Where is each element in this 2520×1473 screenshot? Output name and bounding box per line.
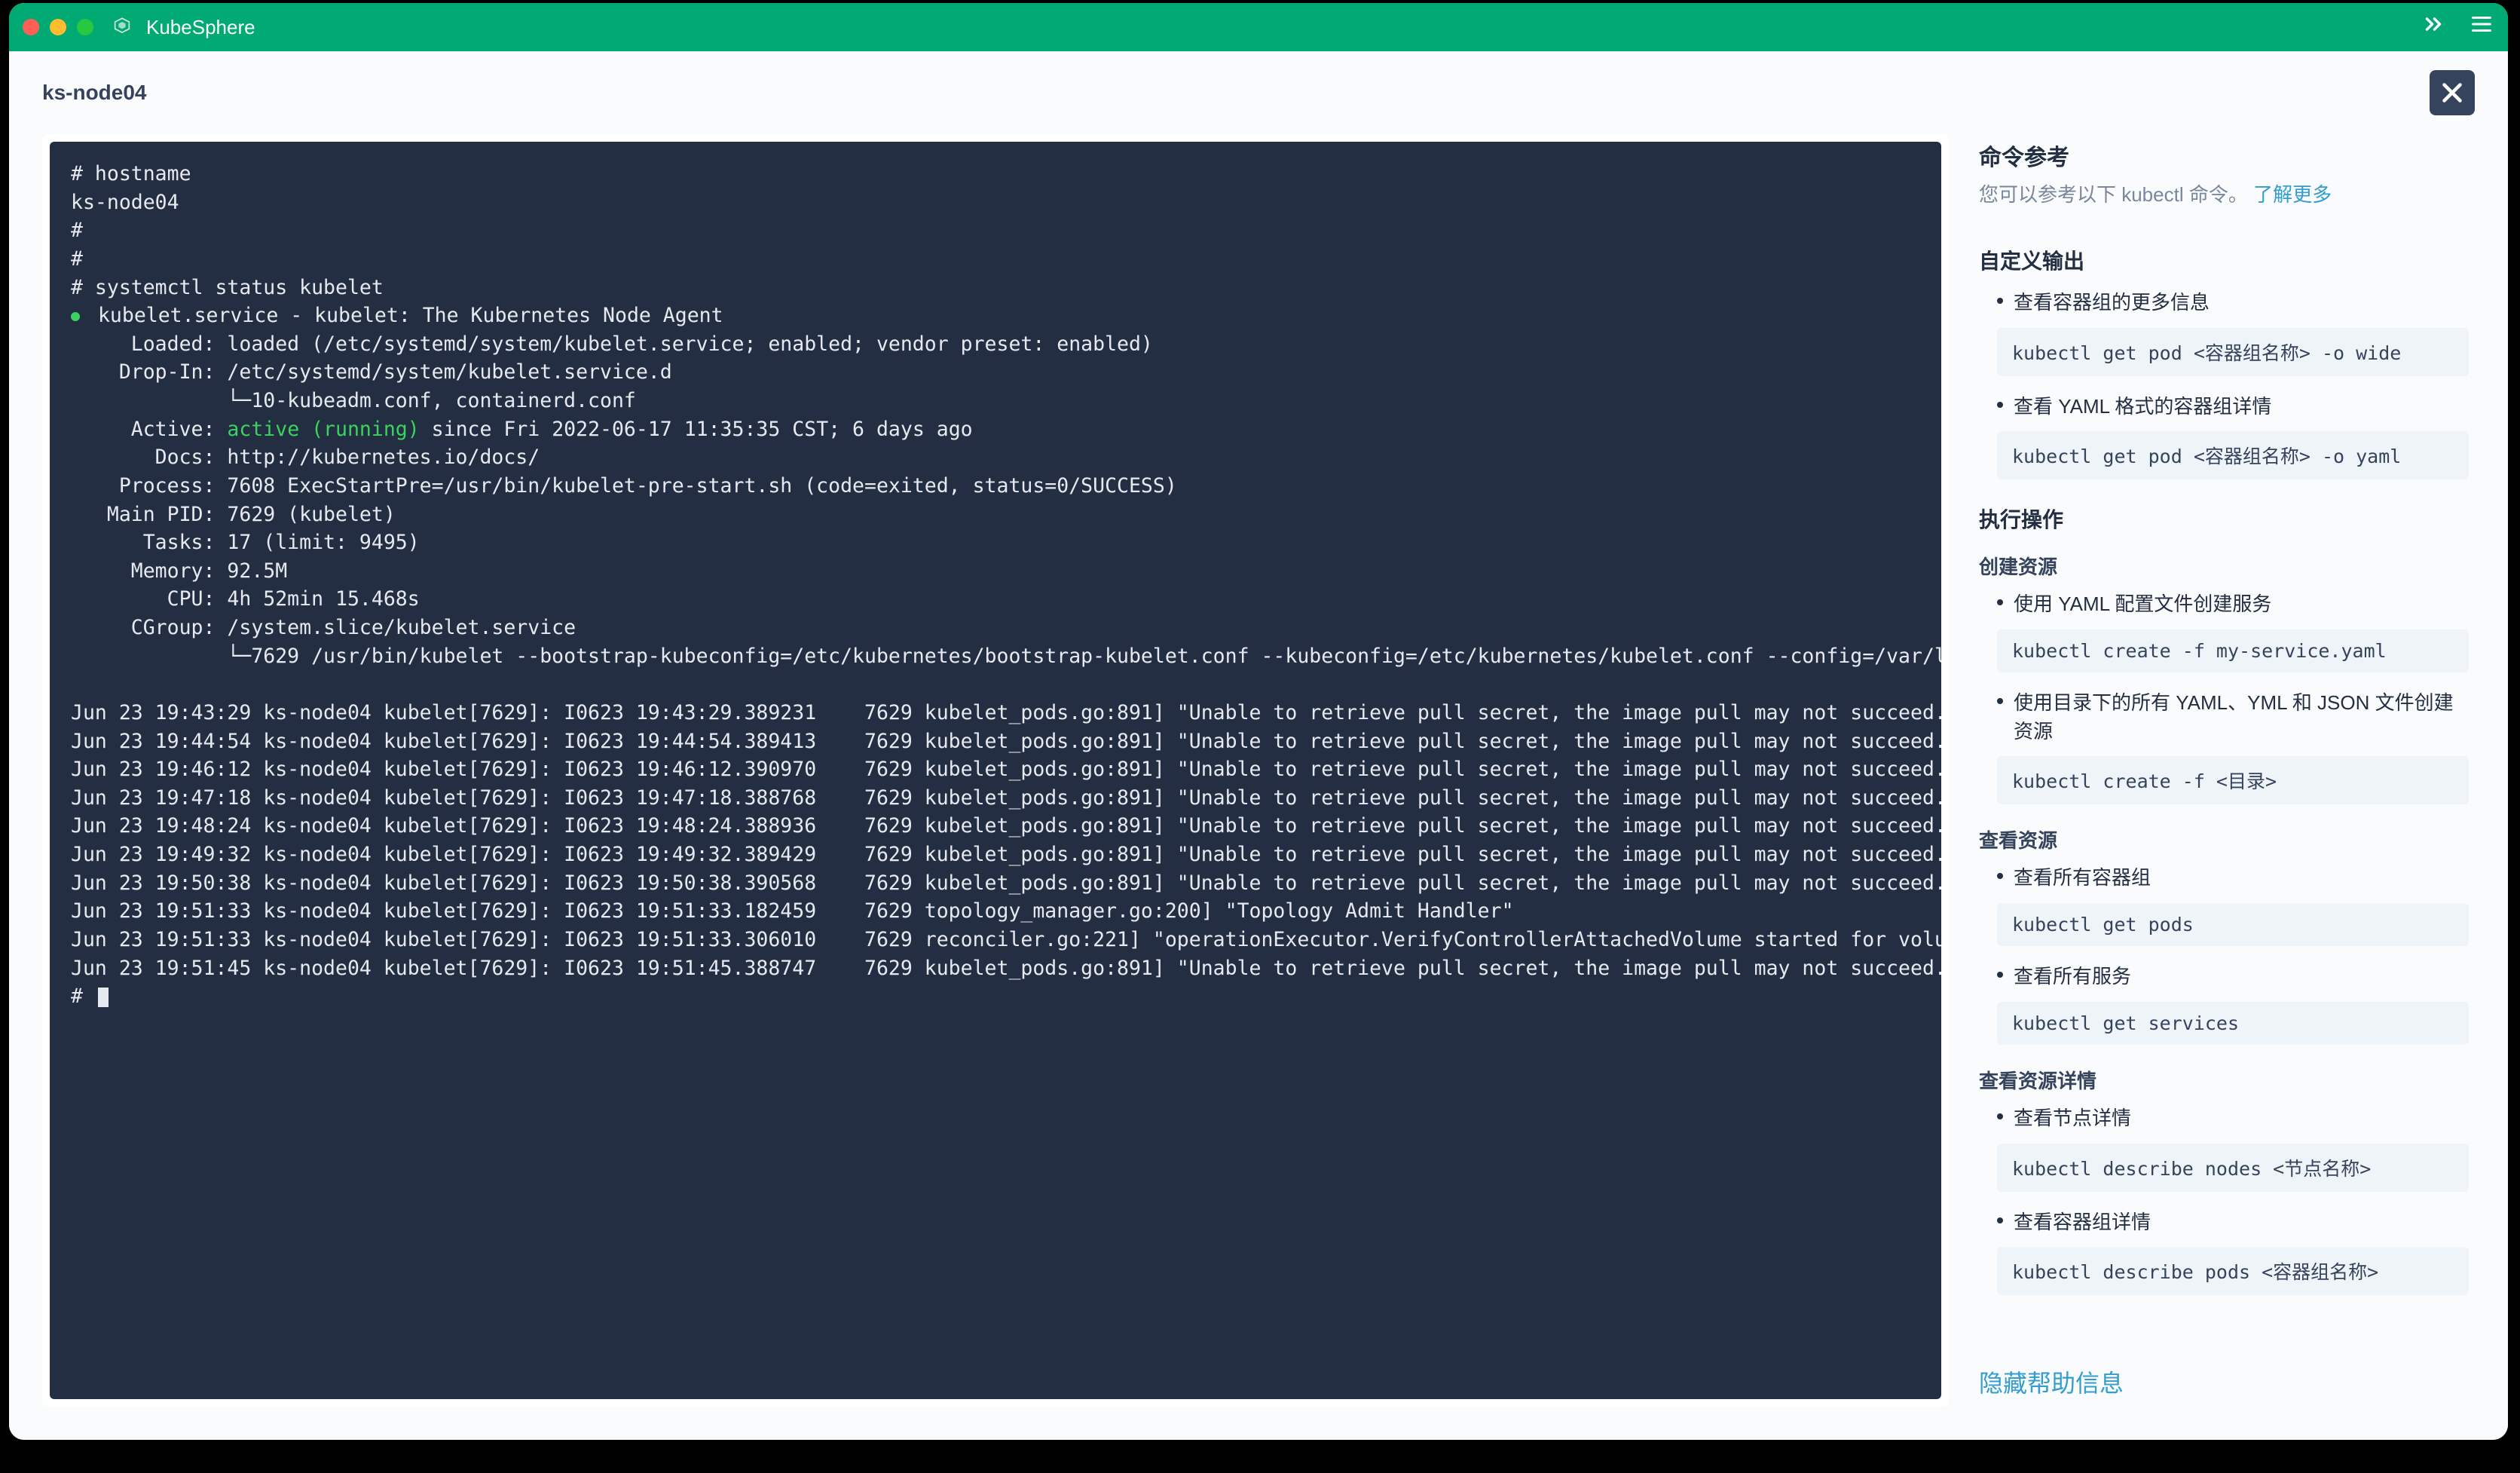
bullet-icon xyxy=(1997,599,2003,605)
help-panel: 命令参考 您可以参考以下 kubectl 命令。 了解更多 自定义输出 查看容器… xyxy=(1979,134,2475,1407)
app-title: KubeSphere xyxy=(146,16,255,39)
help-subtitle-text: 您可以参考以下 kubectl 命令。 xyxy=(1979,183,2248,206)
term-line: Tasks: 17 (limit: 9495) xyxy=(71,531,420,554)
term-line: # xyxy=(71,247,83,271)
help-subtitle: 您可以参考以下 kubectl 命令。 了解更多 xyxy=(1979,179,2469,207)
status-dot-icon xyxy=(71,312,80,321)
terminal[interactable]: # hostname ks-node04 # # # systemctl sta… xyxy=(50,142,1941,1399)
term-line: CPU: 4h 52min 15.468s xyxy=(71,587,420,611)
help-item: 使用目录下的所有 YAML、YML 和 JSON 文件创建资源 xyxy=(1979,689,2469,746)
command-box[interactable]: kubectl describe pods <容器组名称> xyxy=(1997,1247,2469,1295)
bullet-icon xyxy=(1997,873,2003,879)
content-area: # hostname ks-node04 # # # systemctl sta… xyxy=(9,134,2508,1440)
term-log: Jun 23 19:46:12 ks-node04 kubelet[7629]:… xyxy=(71,758,1941,781)
bullet-icon xyxy=(1997,1113,2003,1119)
term-line: ks-node04 xyxy=(71,191,179,214)
term-log: Jun 23 19:51:33 ks-node04 kubelet[7629]:… xyxy=(71,928,1941,951)
command-box[interactable]: kubectl get services xyxy=(1997,1002,2469,1045)
bullet-icon xyxy=(1997,972,2003,978)
kubesphere-logo-icon xyxy=(112,17,133,38)
help-item-label: 查看容器组的更多信息 xyxy=(2014,289,2210,317)
help-item: 查看所有服务 xyxy=(1979,963,2469,991)
term-line: └─7629 /usr/bin/kubelet --bootstrap-kube… xyxy=(71,645,1941,668)
help-title: 命令参考 xyxy=(1979,139,2469,172)
title-bar: KubeSphere xyxy=(9,3,2508,51)
bullet-icon xyxy=(1997,298,2003,304)
command-box[interactable]: kubectl get pods xyxy=(1997,903,2469,946)
term-line-active-pre: Active: xyxy=(71,418,227,441)
help-item-label: 查看所有容器组 xyxy=(2014,864,2151,893)
help-item-label: 查看所有服务 xyxy=(2014,963,2131,991)
subsection-create: 创建资源 xyxy=(1979,552,2469,580)
learn-more-link[interactable]: 了解更多 xyxy=(2253,183,2332,206)
help-item-label: 查看节点详情 xyxy=(2014,1104,2131,1133)
app-body: ks-node04 # hostname ks-node04 # # # sys… xyxy=(9,51,2508,1440)
term-log: Jun 23 19:51:33 ks-node04 kubelet[7629]:… xyxy=(71,899,1514,923)
section-exec: 执行操作 xyxy=(1979,504,2469,534)
help-item: 查看容器组的更多信息 xyxy=(1979,289,2469,317)
close-button[interactable] xyxy=(2430,70,2475,115)
bullet-icon xyxy=(1997,1217,2003,1223)
help-item: 查看容器组详情 xyxy=(1979,1208,2469,1237)
term-line: └─10-kubeadm.conf, containerd.conf xyxy=(71,389,636,412)
term-log: Jun 23 19:47:18 ks-node04 kubelet[7629]:… xyxy=(71,786,1941,810)
term-line: Process: 7608 ExecStartPre=/usr/bin/kube… xyxy=(71,474,1177,498)
page-header: ks-node04 xyxy=(9,51,2508,134)
help-item: 查看所有容器组 xyxy=(1979,864,2469,893)
term-line: # systemctl status kubelet xyxy=(71,276,384,299)
help-item: 查看 YAML 格式的容器组详情 xyxy=(1979,393,2469,421)
term-log: Jun 23 19:48:24 ks-node04 kubelet[7629]:… xyxy=(71,814,1941,838)
help-item-label: 查看容器组详情 xyxy=(2014,1208,2151,1237)
help-item: 使用 YAML 配置文件创建服务 xyxy=(1979,590,2469,619)
help-item-label: 使用 YAML 配置文件创建服务 xyxy=(2014,590,2271,619)
term-line: Main PID: 7629 (kubelet) xyxy=(71,503,396,526)
term-line-active-post: since Fri 2022-06-17 11:35:35 CST; 6 day… xyxy=(420,418,973,441)
term-log: Jun 23 19:43:29 ks-node04 kubelet[7629]:… xyxy=(71,701,1941,724)
term-line: kubelet.service - kubelet: The Kubernete… xyxy=(86,304,723,327)
window-controls xyxy=(23,19,93,35)
term-prompt: # xyxy=(71,985,95,1008)
terminal-pane: # hostname ks-node04 # # # systemctl sta… xyxy=(42,134,1949,1407)
section-custom-output: 自定义输出 xyxy=(1979,245,2469,275)
page-title: ks-node04 xyxy=(42,81,147,105)
command-box[interactable]: kubectl get pod <容器组名称> -o yaml xyxy=(1997,431,2469,479)
term-line: CGroup: /system.slice/kubelet.service xyxy=(71,616,576,639)
term-line: Drop-In: /etc/systemd/system/kubelet.ser… xyxy=(71,360,672,384)
close-icon xyxy=(2439,79,2466,106)
help-item: 查看节点详情 xyxy=(1979,1104,2469,1133)
term-line: Docs: http://kubernetes.io/docs/ xyxy=(71,446,540,469)
subsection-detail: 查看资源详情 xyxy=(1979,1066,2469,1094)
term-log: Jun 23 19:51:45 ks-node04 kubelet[7629]:… xyxy=(71,957,1941,980)
command-box[interactable]: kubectl create -f my-service.yaml xyxy=(1997,629,2469,672)
command-box[interactable]: kubectl get pod <容器组名称> -o wide xyxy=(1997,328,2469,376)
window-minimize-dot[interactable] xyxy=(50,19,66,35)
term-line: Loaded: loaded (/etc/systemd/system/kube… xyxy=(71,332,1153,356)
help-item-label: 查看 YAML 格式的容器组详情 xyxy=(2014,393,2271,421)
bullet-icon xyxy=(1997,698,2003,704)
command-box[interactable]: kubectl create -f <目录> xyxy=(1997,756,2469,804)
term-log: Jun 23 19:49:32 ks-node04 kubelet[7629]:… xyxy=(71,843,1941,866)
term-log: Jun 23 19:44:54 ks-node04 kubelet[7629]:… xyxy=(71,730,1941,753)
term-line: # hostname xyxy=(71,162,191,185)
terminal-cursor xyxy=(98,988,109,1007)
command-box[interactable]: kubectl describe nodes <节点名称> xyxy=(1997,1144,2469,1192)
term-log: Jun 23 19:50:38 ks-node04 kubelet[7629]:… xyxy=(71,871,1941,895)
help-item-label: 使用目录下的所有 YAML、YML 和 JSON 文件创建资源 xyxy=(2014,689,2469,746)
term-line: # xyxy=(71,219,83,242)
more-icon[interactable] xyxy=(2421,11,2446,43)
hide-help-link[interactable]: 隐藏帮助信息 xyxy=(1979,1370,2124,1397)
term-active-status: active (running) xyxy=(227,418,419,441)
subsection-view: 查看资源 xyxy=(1979,825,2469,853)
term-line: Memory: 92.5M xyxy=(71,559,287,583)
window-zoom-dot[interactable] xyxy=(77,19,93,35)
bullet-icon xyxy=(1997,402,2003,408)
hamburger-menu-icon[interactable] xyxy=(2469,11,2494,43)
window-close-dot[interactable] xyxy=(23,19,39,35)
app-window: KubeSphere ks-node04 # hostname ks-node0… xyxy=(9,3,2508,1440)
